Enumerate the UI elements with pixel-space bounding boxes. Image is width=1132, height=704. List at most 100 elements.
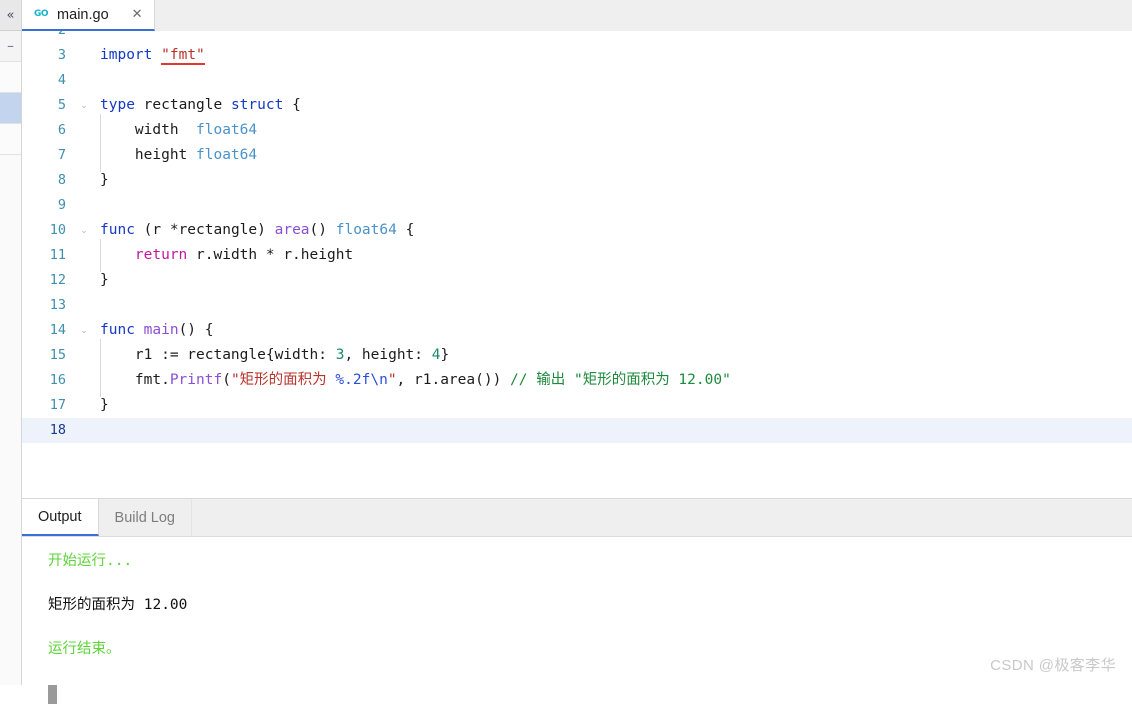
activity-strip: « – [0, 0, 22, 685]
line-number: 11 [49, 247, 66, 263]
line-number: 14 [49, 322, 66, 338]
code-line[interactable]: 16 fmt.Printf("矩形的面积为 %.2f\n", r1.area()… [22, 364, 1132, 397]
code-line[interactable]: 3 import "fmt" [22, 43, 1132, 68]
code-token: (r *rectangle) [134, 222, 275, 238]
code-token: } [100, 397, 109, 413]
code-token: () [309, 222, 336, 238]
activity-strip-item-1[interactable]: – [0, 31, 21, 62]
go-file-icon: GO [34, 9, 49, 19]
line-number: 9 [57, 197, 66, 213]
output-console[interactable]: 开始运行... 矩形的面积为 12.00 运行结束。 [22, 537, 1132, 704]
code-line[interactable]: 11 return r.width * r.height [22, 239, 1132, 272]
code-line[interactable]: 2 [22, 31, 1132, 43]
tab-output-label: Output [38, 508, 82, 525]
code-text: func (r *rectangle) area() float64 { [94, 218, 1132, 243]
code-token: struct [230, 97, 284, 113]
collapse-sidebar-icon[interactable]: « [0, 0, 21, 31]
code-text: } [94, 393, 1132, 418]
code-token: return [134, 247, 188, 263]
editor-tab-main-go[interactable]: GO main.go ✕ [22, 0, 155, 31]
code-line[interactable]: 15 r1 := rectangle{width: 3, height: 4} [22, 339, 1132, 372]
code-token: , r1. [396, 372, 441, 388]
code-text: } [94, 268, 1132, 293]
tab-output[interactable]: Output [22, 499, 99, 536]
line-number: 16 [49, 372, 66, 388]
activity-strip-item-4[interactable] [0, 124, 21, 155]
code-token: ( [222, 372, 231, 388]
code-line[interactable]: 18 [22, 418, 1132, 443]
line-number: 12 [49, 272, 66, 288]
code-token: float64 [335, 222, 397, 238]
output-line-result: 矩形的面积为 12.00 [48, 597, 188, 613]
code-line[interactable]: 13 [22, 293, 1132, 318]
activity-strip-item-selected[interactable] [0, 93, 21, 124]
code-token: } [100, 172, 109, 188]
line-number: 13 [49, 297, 66, 313]
tab-build-log-label: Build Log [114, 509, 175, 526]
code-token: } [100, 272, 109, 288]
line-number: 5 [57, 97, 66, 113]
code-token: area [274, 222, 310, 238]
code-line[interactable]: 10 ⌄ func (r *rectangle) area() float64 { [22, 218, 1132, 243]
code-token: rectangle [134, 97, 231, 113]
line-number: 17 [49, 397, 66, 413]
activity-strip-item-2[interactable] [0, 62, 21, 93]
indent-guide [100, 339, 135, 372]
code-token: fmt. [134, 372, 170, 388]
fold-chevron-icon[interactable]: ⌄ [74, 318, 94, 343]
code-token: \n [370, 372, 388, 388]
code-text: import "fmt" [94, 43, 1132, 68]
indent-guide [100, 114, 135, 147]
bottom-panel: Output Build Log 开始运行... 矩形的面积为 12.00 运行… [22, 499, 1132, 704]
code-token: " [387, 372, 397, 388]
line-number: 8 [57, 172, 66, 188]
code-line[interactable]: 7 height float64 [22, 139, 1132, 172]
line-number: 2 [22, 31, 74, 43]
code-line[interactable]: 14 ⌄ func main() { [22, 318, 1132, 343]
code-line[interactable]: 9 [22, 193, 1132, 218]
code-token: Printf [169, 372, 223, 388]
code-line[interactable]: 6 width float64 [22, 114, 1132, 147]
line-number: 7 [57, 147, 66, 163]
code-line[interactable]: 4 [22, 68, 1132, 93]
code-token: float64 [196, 122, 258, 138]
code-line[interactable]: 5 ⌄ type rectangle struct { [22, 93, 1132, 118]
code-text: height float64 [94, 139, 1132, 172]
code-text: width float64 [94, 114, 1132, 147]
activity-strip-item-1-glyph: – [7, 40, 14, 52]
code-text: return r.width * r.height [94, 239, 1132, 272]
code-line[interactable]: 8} [22, 168, 1132, 193]
code-lines-container: 23import "fmt"45⌄type rectangle struct {… [22, 31, 1132, 443]
fold-chevron-icon[interactable]: ⌄ [74, 93, 94, 118]
code-token: ()) [475, 372, 511, 388]
panel-tab-bar: Output Build Log [22, 499, 1132, 537]
code-text: r1 := rectangle{width: 3, height: 4} [94, 339, 1132, 372]
code-editor[interactable]: 23import "fmt"45⌄type rectangle struct {… [22, 31, 1132, 499]
code-line[interactable]: 17} [22, 393, 1132, 418]
output-cursor-line [48, 685, 1132, 704]
code-line[interactable]: 12} [22, 268, 1132, 293]
line-number: 3 [57, 47, 66, 63]
close-icon[interactable]: ✕ [132, 8, 143, 21]
code-token: type [100, 97, 135, 113]
fold-chevron-icon[interactable]: ⌄ [74, 218, 94, 243]
tab-build-log[interactable]: Build Log [99, 499, 192, 536]
code-token: main [143, 322, 179, 338]
line-number: 10 [49, 222, 66, 238]
console-cursor [48, 685, 57, 704]
line-number: 4 [57, 72, 66, 88]
